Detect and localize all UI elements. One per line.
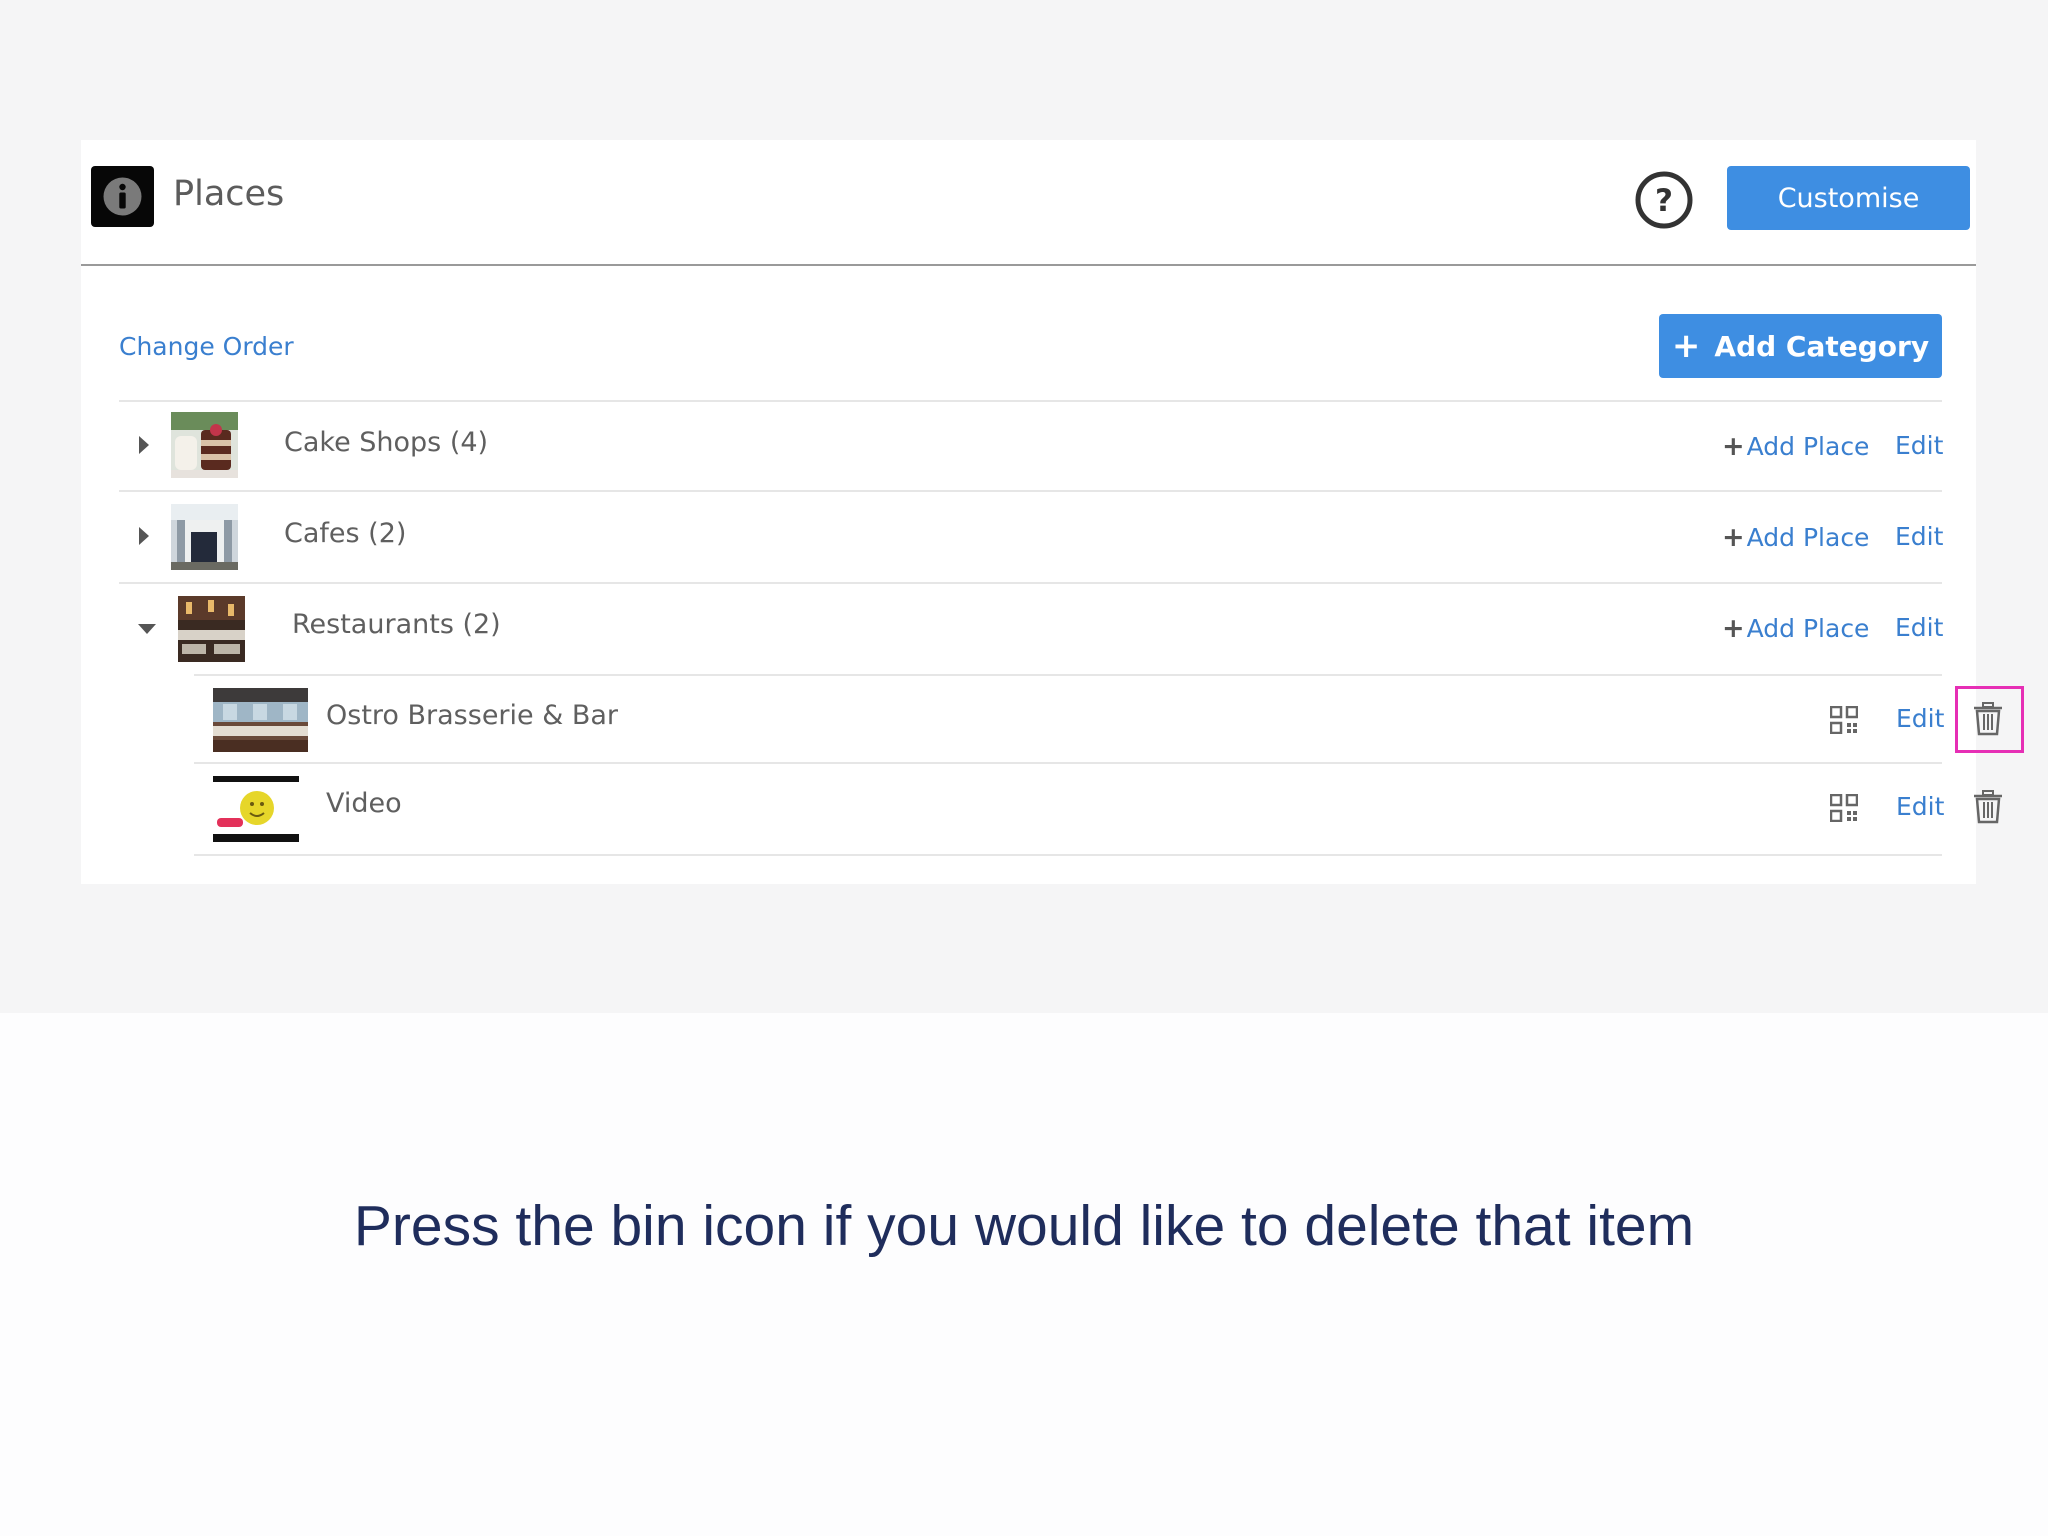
places-panel: Places ? Customise Change Order + Add Ca… — [81, 140, 2024, 884]
category-label: Cake Shops (4) — [284, 427, 489, 458]
panel-header: Places ? Customise — [81, 140, 1976, 266]
add-category-button[interactable]: + Add Category — [1659, 314, 1942, 378]
category-row-cafes: Cafes (2) +Add Place Edit — [119, 490, 1943, 584]
list-bottom-divider — [194, 854, 1942, 856]
bin-icon[interactable] — [1973, 790, 2003, 824]
place-row-ostro: Ostro Brasserie & Bar Edit — [194, 674, 2024, 764]
change-order-link[interactable]: Change Order — [119, 332, 294, 361]
category-label: Cafes (2) — [284, 518, 407, 549]
info-icon — [91, 166, 154, 227]
caret-down-icon[interactable] — [136, 622, 158, 636]
add-place-link[interactable]: +Add Place — [1722, 613, 1869, 644]
qr-code-icon[interactable] — [1830, 794, 1858, 822]
edit-link[interactable]: Edit — [1896, 792, 1944, 821]
place-label: Ostro Brasserie & Bar — [326, 700, 619, 731]
add-category-label: Add Category — [1714, 329, 1930, 363]
edit-link[interactable]: Edit — [1896, 704, 1944, 733]
qr-code-icon[interactable] — [1830, 706, 1858, 734]
customise-button[interactable]: Customise — [1727, 166, 1970, 230]
restaurants-thumbnail — [178, 596, 245, 662]
plus-icon: + — [1722, 522, 1745, 553]
plus-icon: + — [1671, 326, 1701, 366]
caret-right-icon[interactable] — [137, 525, 151, 547]
add-place-link[interactable]: +Add Place — [1722, 522, 1869, 553]
video-thumbnail — [213, 776, 299, 842]
add-place-link[interactable]: +Add Place — [1722, 431, 1869, 462]
place-label: Video — [326, 788, 402, 819]
instruction-caption: Press the bin icon if you would like to … — [353, 1194, 1695, 1258]
place-row-video: Video Edit — [194, 762, 2002, 856]
svg-text:?: ? — [1655, 183, 1673, 219]
cafes-thumbnail — [171, 504, 238, 570]
add-place-label: Add Place — [1746, 432, 1870, 461]
question-circle-icon[interactable]: ? — [1634, 170, 1694, 230]
cake-shops-thumbnail — [171, 412, 238, 478]
page-title: Places — [173, 174, 285, 214]
add-place-label: Add Place — [1746, 523, 1870, 552]
category-row-cake-shops: Cake Shops (4) +Add Place Edit — [119, 400, 1943, 492]
edit-link[interactable]: Edit — [1895, 522, 1943, 551]
plus-icon: + — [1722, 431, 1745, 462]
add-place-label: Add Place — [1746, 614, 1870, 643]
plus-icon: + — [1722, 613, 1745, 644]
category-row-restaurants: Restaurants (2) +Add Place Edit — [119, 582, 1943, 676]
caret-right-icon[interactable] — [137, 434, 151, 456]
edit-link[interactable]: Edit — [1895, 613, 1943, 642]
bin-icon[interactable] — [1973, 702, 2003, 736]
edit-link[interactable]: Edit — [1895, 431, 1943, 460]
ostro-thumbnail — [213, 688, 308, 752]
category-label: Restaurants (2) — [292, 609, 501, 640]
